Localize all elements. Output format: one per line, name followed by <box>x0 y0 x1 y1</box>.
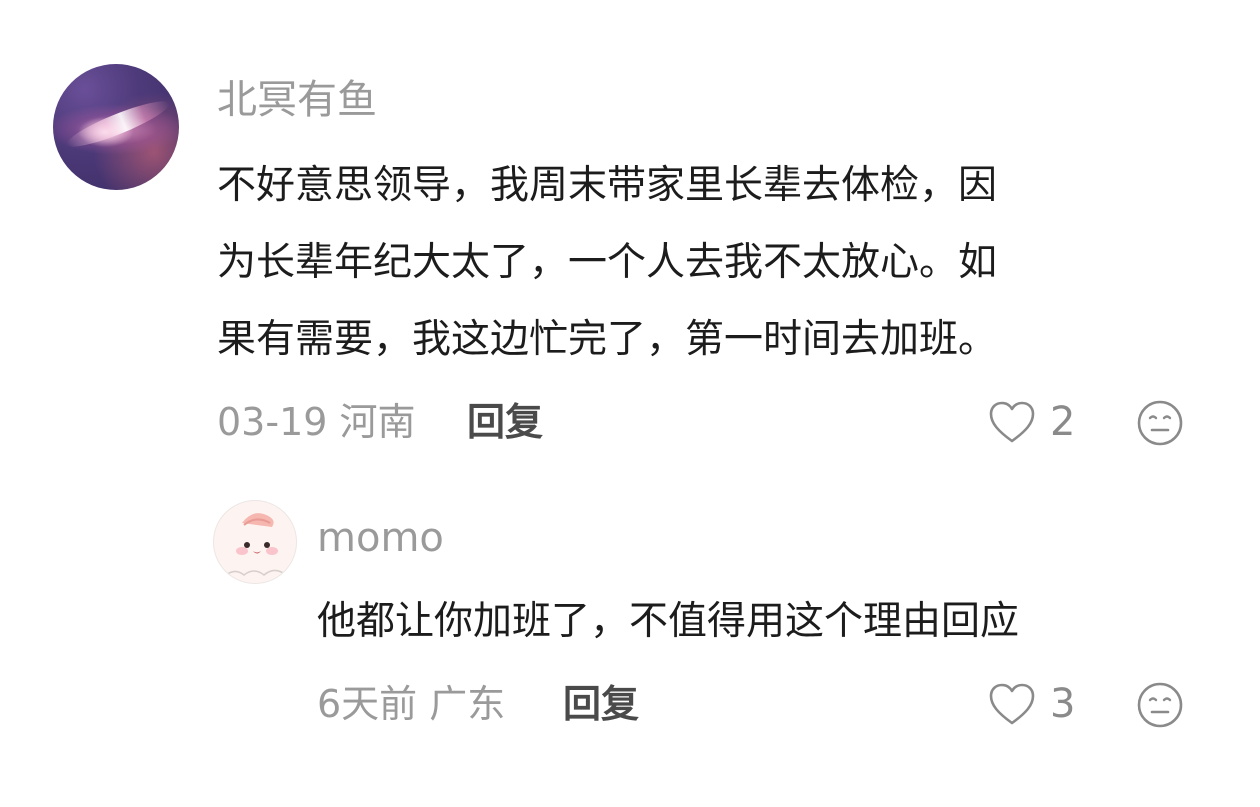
reply-button[interactable]: 回复 <box>467 403 543 441</box>
like-count: 3 <box>1050 681 1076 727</box>
galaxy-avatar-icon <box>63 94 173 154</box>
comment-text-line: 果有需要，我这边忙完了，第一时间去加班。 <box>217 317 998 362</box>
comment-item: 北冥有鱼 不好意思领导，我周末带家里长辈去体检，因 为长辈年纪大太了，一个人去我… <box>0 0 1260 470</box>
comment-text-line: 他都让你加班了，不值得用这个理由回应 <box>317 599 1020 644</box>
heart-outline-icon <box>989 683 1035 725</box>
comment-text: 他都让你加班了，不值得用这个理由回应 <box>317 583 1217 660</box>
comment-text: 不好意思领导，我周末带家里长辈去体检，因 为长辈年纪大太了，一个人去我不太放心。… <box>217 147 1207 378</box>
comment-text-line: 为长辈年纪大太了，一个人去我不太放心。如 <box>217 240 998 285</box>
like-button[interactable] <box>988 682 1036 726</box>
like-count: 2 <box>1050 399 1076 445</box>
comment-text-line: 不好意思领导，我周末带家里长辈去体检，因 <box>217 163 998 208</box>
cartoon-face-avatar-icon <box>223 513 289 578</box>
avatar[interactable] <box>53 64 179 190</box>
dislike-button[interactable] <box>1136 399 1184 447</box>
heart-outline-icon <box>989 401 1035 443</box>
neutral-face-icon <box>1137 400 1183 446</box>
dislike-button[interactable] <box>1136 681 1184 729</box>
like-button[interactable] <box>988 400 1036 444</box>
comment-meta-date-location: 03-19 河南 <box>217 400 416 444</box>
reply-button[interactable]: 回复 <box>563 685 639 723</box>
avatar[interactable] <box>213 500 297 584</box>
comment-username[interactable]: 北冥有鱼 <box>217 80 377 120</box>
comment-username[interactable]: momo <box>317 518 444 558</box>
comment-meta-date-location: 6天前 广东 <box>317 682 506 726</box>
neutral-face-icon <box>1137 682 1183 728</box>
reply-comment-item: momo 他都让你加班了，不值得用这个理由回应 6天前 广东 回复 3 <box>0 470 1260 807</box>
